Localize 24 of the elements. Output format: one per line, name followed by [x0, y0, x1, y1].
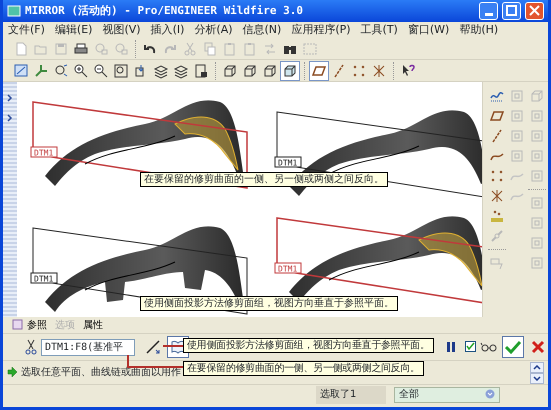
tooltip: 在要保留的修剪曲面的一侧、另一侧或两侧之间反向。: [140, 172, 388, 187]
datum-label: DTM1: [30, 146, 58, 158]
menu-item[interactable]: 工具(T): [356, 22, 403, 38]
dashboard-tab[interactable]: 参照: [23, 318, 51, 332]
menu-item[interactable]: 分析(A): [189, 22, 238, 38]
menu-item[interactable]: 帮助(H): [454, 22, 504, 38]
menu-item[interactable]: 文件(F): [3, 22, 50, 38]
menu-item[interactable]: 应用程序(P): [286, 22, 356, 38]
window-title: MIRROR (活动的) - Pro/ENGINEER Wildfire 3.0: [25, 2, 304, 19]
filter-dropdown[interactable]: 全部: [394, 386, 500, 402]
tooltip: 在要保留的修剪曲面的一侧、另一侧或两侧之间反向。: [183, 361, 424, 376]
menu-item[interactable]: 窗口(W): [402, 22, 454, 38]
datum-label: DTM1: [274, 156, 302, 168]
menu-item[interactable]: 编辑(E): [50, 22, 98, 38]
datum-label: DTM1: [274, 262, 302, 274]
menu-item[interactable]: 信息(N): [238, 22, 286, 38]
selection-count: 选取了1: [316, 386, 386, 404]
dashboard-tab[interactable]: 属性: [79, 318, 107, 332]
tooltip: 使用侧面投影方法修剪面组，视图方向垂直于参照平面。: [183, 338, 434, 353]
menu-item[interactable]: 插入(I): [146, 22, 190, 38]
tooltip: 使用侧面投影方法修剪面组，视图方向垂直于参照平面。: [140, 296, 398, 311]
datum-label: DTM1: [30, 272, 58, 284]
menu-item[interactable]: 视图(V): [97, 22, 146, 38]
reference-field[interactable]: DTM1:F8(基准平: [41, 338, 135, 356]
